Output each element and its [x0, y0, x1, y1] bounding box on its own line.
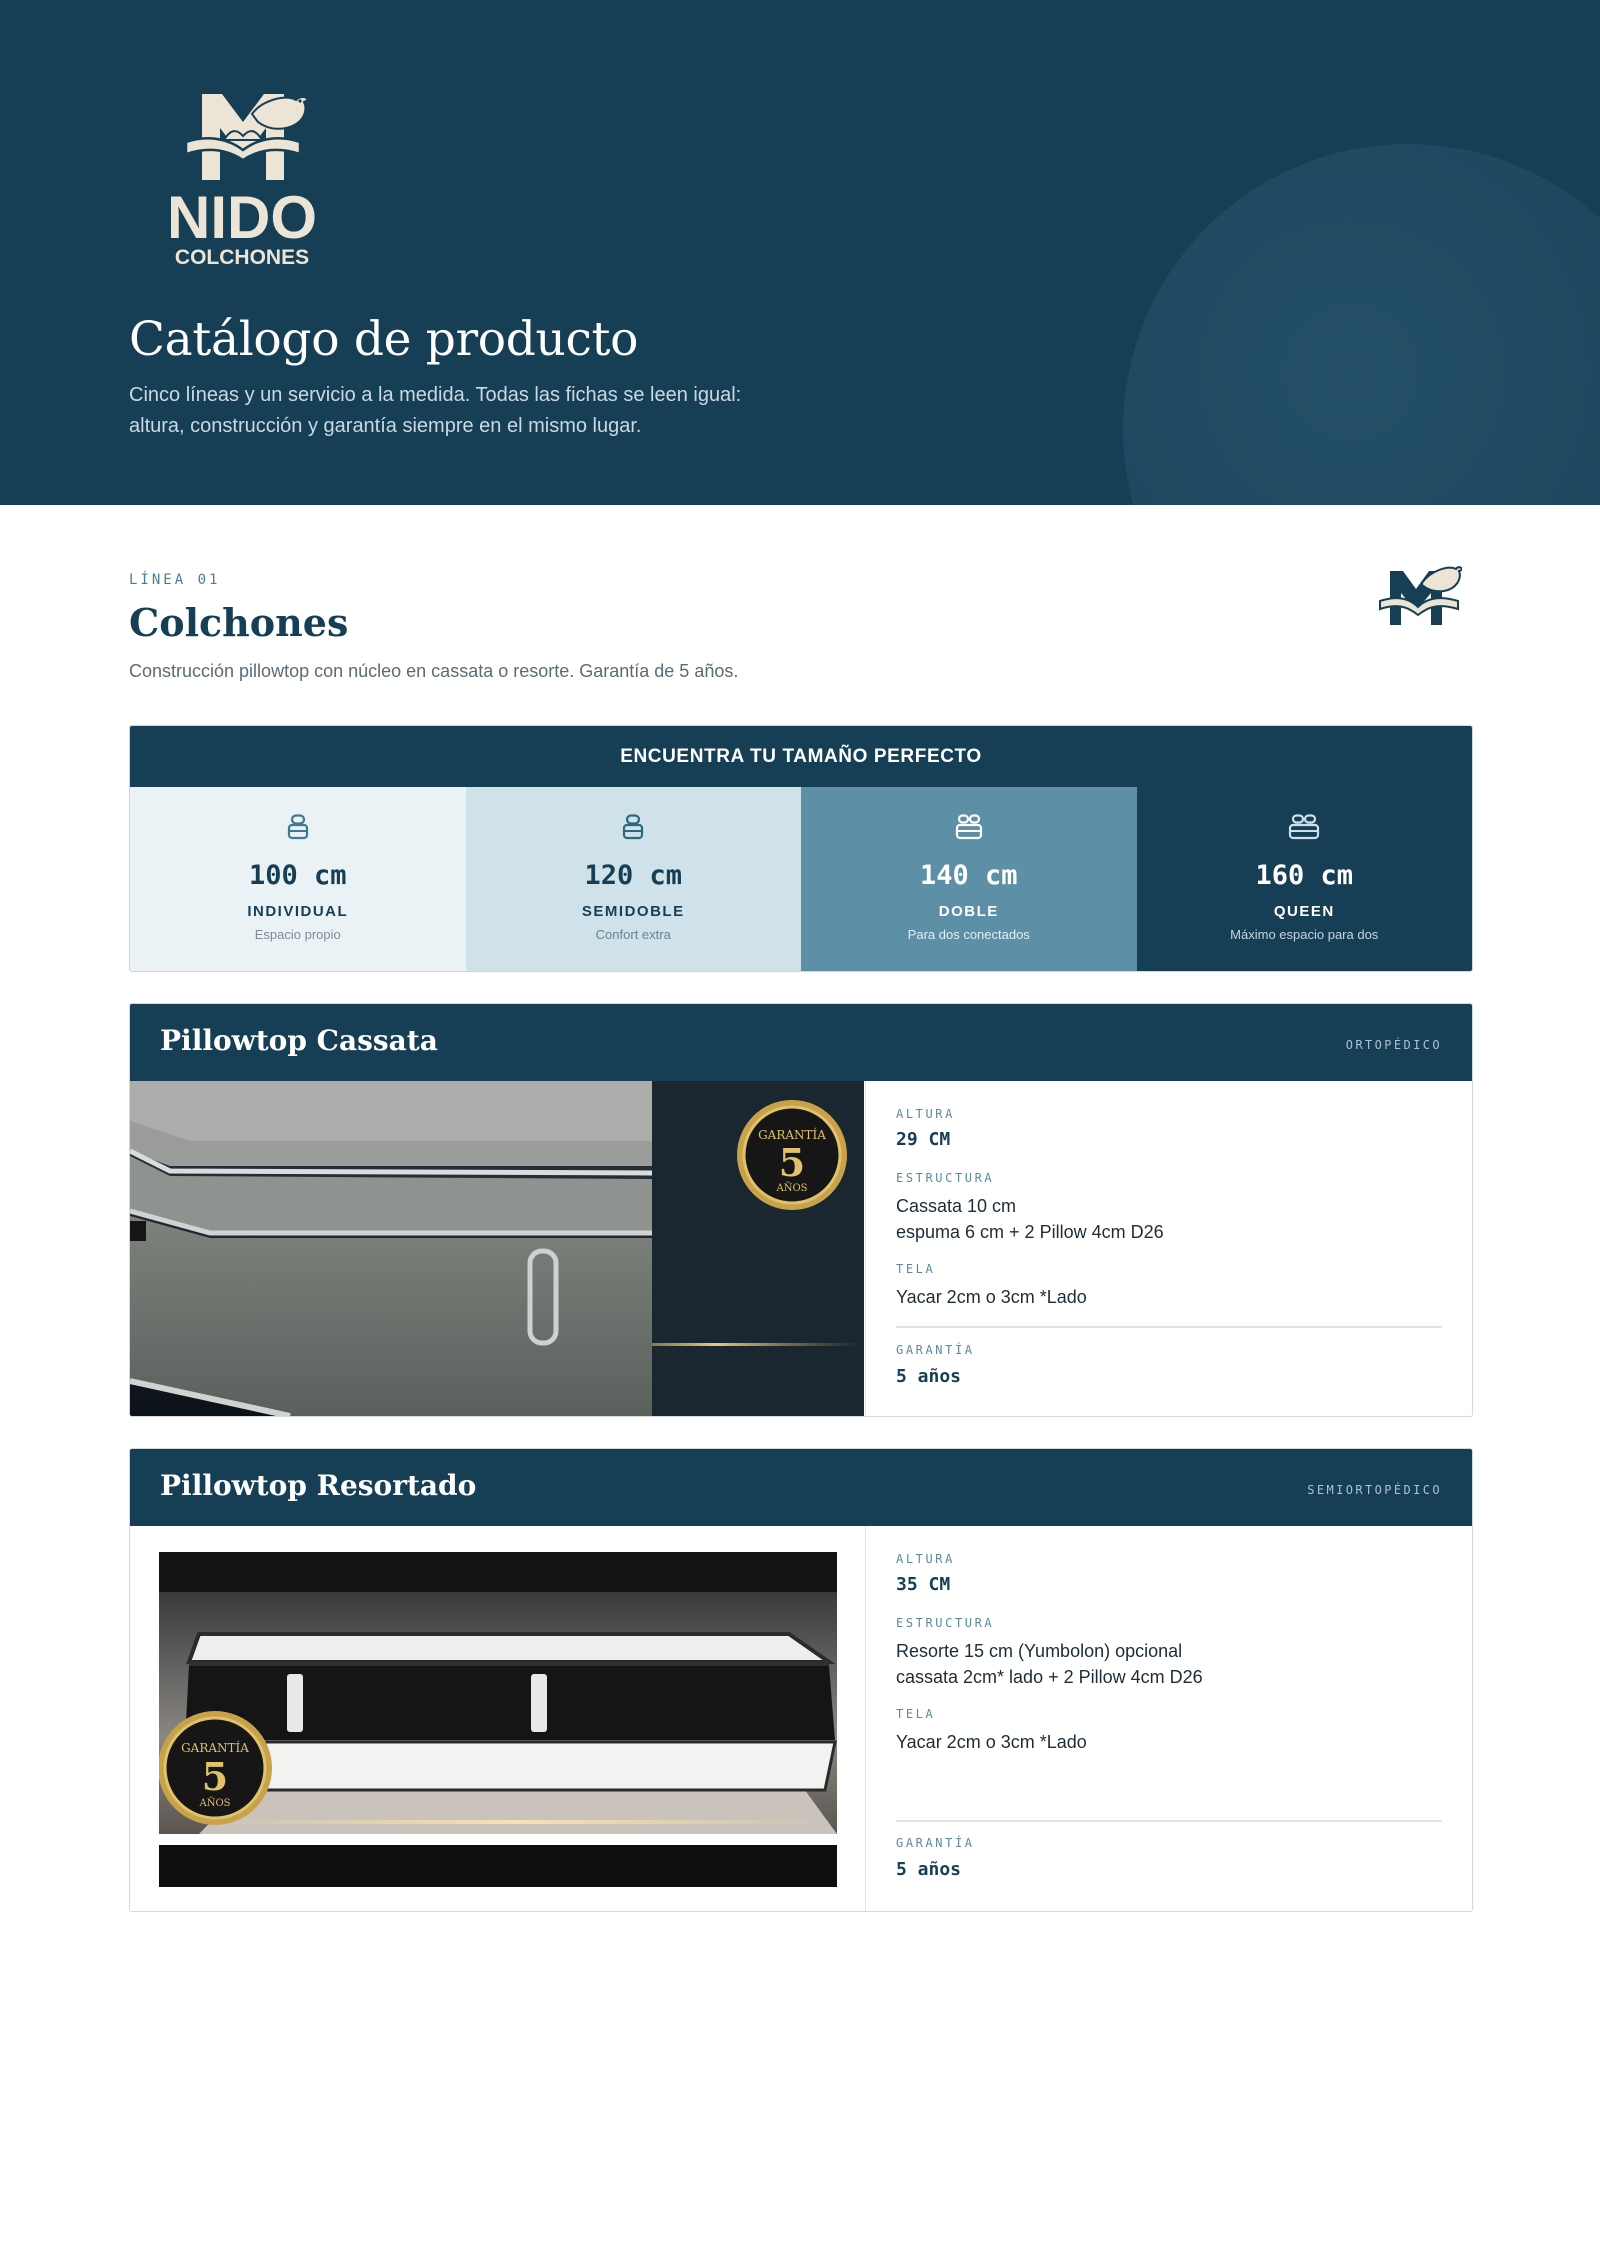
spec-altura: 35 CM [896, 1574, 951, 1595]
product-header: Pillowtop Resortado SEMIORTOPÉDICO [130, 1449, 1472, 1526]
size-description: Para dos conectados [907, 927, 1030, 942]
spec-label-garantia: GARANTÍA [896, 1836, 975, 1850]
size-option-individual[interactable]: 100 cm INDIVIDUAL Espacio propio [130, 787, 466, 971]
spec-label-tela: TELA [896, 1707, 936, 1721]
decorative-circle [1123, 144, 1600, 505]
section-eyebrow: LÍNEA 01 [129, 572, 221, 588]
spec-garantia: 5 años [896, 1859, 962, 1880]
nido-logo: NIDO COLCHONES [167, 94, 317, 268]
spec-estructura-line-2: cassata 2cm* lado + 2 Pillow 4cm D26 [896, 1667, 1203, 1687]
spec-label-altura: ALTURA [896, 1552, 955, 1566]
badge-top: GARANTÍA [181, 1740, 249, 1755]
size-name: DOBLE [938, 903, 999, 920]
single-bed-icon [287, 814, 308, 840]
page-subtitle: Cinco líneas y un servicio a la medida. … [129, 380, 829, 442]
spec-label-tela: TELA [896, 1262, 936, 1276]
product-title: Pillowtop Resortado [160, 1469, 477, 1502]
badge-bottom: AÑOS [775, 1182, 807, 1194]
product-specs: ALTURA 29 CM ESTRUCTURA Cassata 10 cm es… [865, 1081, 1472, 1416]
size-option-semidoble[interactable]: 120 cm SEMIDOBLE Confort extra [465, 787, 801, 971]
size-width: 100 cm [248, 860, 347, 891]
badge-number: 5 [779, 1140, 805, 1185]
spec-divider [896, 1820, 1442, 1822]
nido-mini-logo [1379, 566, 1462, 625]
size-name: QUEEN [1273, 903, 1335, 920]
product-card-pillowtop-cassata: Pillowtop Cassata ORTOPÉDICO GARANTÍA 5 … [129, 1003, 1473, 1417]
product-image-cassata: GARANTÍA 5 AÑOS [130, 1081, 864, 1416]
product-card-pillowtop-resortado: Pillowtop Resortado SEMIORTOPÉDICO GARAN… [129, 1448, 1473, 1912]
subtitle-line-2: altura, construcción y garantía siempre … [129, 415, 642, 437]
spec-label-estructura: ESTRUCTURA [896, 1616, 995, 1630]
spec-estructura-line-1: Resorte 15 cm (Yumbolon) opcional [896, 1641, 1183, 1661]
single-bed-icon [623, 814, 644, 840]
size-option-doble[interactable]: 140 cm DOBLE Para dos conectados [801, 787, 1137, 971]
section-description: Construcción pillowtop con núcleo en cas… [129, 661, 739, 681]
spec-estructura-line-2: espuma 6 cm + 2 Pillow 4cm D26 [896, 1222, 1164, 1242]
brand-name: NIDO [167, 184, 317, 251]
size-guide-heading: ENCUENTRA TU TAMAÑO PERFECTO [130, 726, 1472, 787]
size-name: INDIVIDUAL [247, 903, 349, 920]
page-title: Catálogo de producto [129, 312, 639, 367]
subtitle-line-1: Cinco líneas y un servicio a la medida. … [129, 384, 742, 406]
size-width: 140 cm [919, 860, 1018, 891]
size-width: 120 cm [584, 860, 683, 891]
spec-tela: Yacar 2cm o 3cm *Lado [896, 1732, 1087, 1752]
spec-label-estructura: ESTRUCTURA [896, 1171, 995, 1185]
product-image-resortado: GARANTÍA 5 AÑOS [159, 1552, 837, 1887]
spec-altura: 29 CM [896, 1129, 951, 1150]
double-bed-icon [1289, 814, 1320, 840]
spec-estructura: Cassata 10 cm espuma 6 cm + 2 Pillow 4cm… [896, 1193, 1164, 1245]
size-description: Espacio propio [254, 927, 341, 942]
badge-bottom: AÑOS [198, 1797, 230, 1809]
spec-estructura: Resorte 15 cm (Yumbolon) opcional cassat… [896, 1638, 1203, 1690]
product-tag: SEMIORTOPÉDICO [1307, 1483, 1442, 1497]
size-name: SEMIDOBLE [581, 903, 685, 920]
product-specs: ALTURA 35 CM ESTRUCTURA Resorte 15 cm (Y… [865, 1526, 1472, 1911]
product-title: Pillowtop Cassata [160, 1024, 438, 1057]
size-option-queen[interactable]: 160 cm QUEEN Máximo espacio para dos [1136, 787, 1472, 971]
spec-label-altura: ALTURA [896, 1107, 955, 1121]
spec-garantia: 5 años [896, 1366, 962, 1387]
size-description: Máximo espacio para dos [1230, 927, 1379, 942]
spec-divider [896, 1326, 1442, 1328]
spec-label-garantia: GARANTÍA [896, 1343, 975, 1357]
warranty-badge: GARANTÍA 5 AÑOS [737, 1100, 847, 1210]
section-title: Colchones [129, 600, 349, 645]
spec-tela: Yacar 2cm o 3cm *Lado [896, 1287, 1087, 1307]
hero-banner: NIDO COLCHONES Catálogo de producto Cinc… [0, 0, 1600, 505]
size-description: Confort extra [595, 927, 671, 942]
double-bed-icon [955, 814, 982, 840]
warranty-badge: GARANTÍA 5 AÑOS [159, 1711, 272, 1825]
size-guide: ENCUENTRA TU TAMAÑO PERFECTO 100 cm INDI… [129, 725, 1473, 972]
size-width: 160 cm [1255, 860, 1354, 891]
brand-sub: COLCHONES [175, 246, 309, 268]
product-header: Pillowtop Cassata ORTOPÉDICO [130, 1004, 1472, 1081]
product-tag: ORTOPÉDICO [1345, 1038, 1442, 1052]
product-media: GARANTÍA 5 AÑOS [130, 1526, 864, 1911]
spec-estructura-line-1: Cassata 10 cm [896, 1196, 1017, 1216]
badge-number: 5 [202, 1754, 228, 1799]
